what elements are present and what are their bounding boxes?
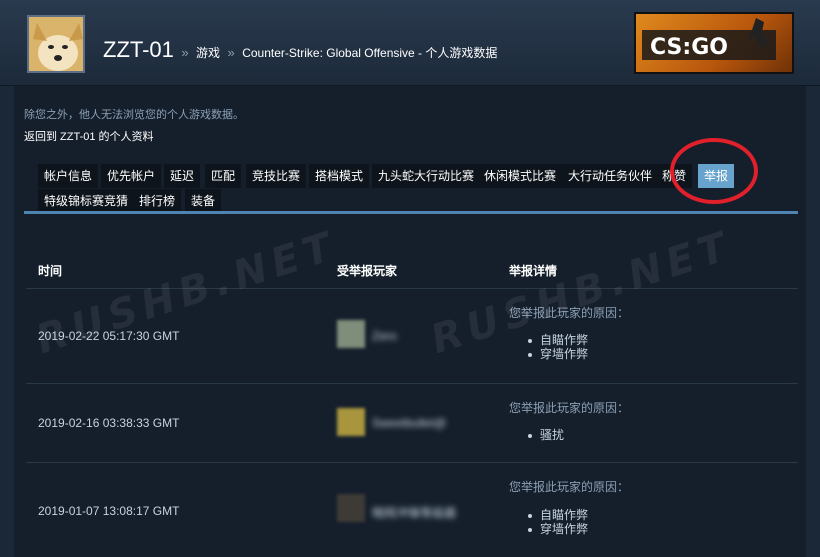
breadcrumb: ZZT-01 » 游戏 » Counter-Strike: Global Off…: [103, 37, 497, 63]
column-header-reported-player[interactable]: 受举报玩家: [337, 262, 397, 279]
privacy-note: 除您之外，他人无法浏览您的个人游戏数据。: [24, 109, 244, 121]
profile-name-link[interactable]: ZZT-01: [103, 37, 174, 62]
tab-latency[interactable]: 延迟: [164, 164, 201, 188]
tab-matchmaking[interactable]: 匹配: [205, 164, 242, 188]
tab-account-info[interactable]: 帐户信息: [38, 164, 99, 188]
bullet-icon: [528, 338, 532, 343]
tab-casual[interactable]: 休闲模式比赛: [478, 164, 563, 188]
player-avatar[interactable]: [337, 408, 365, 436]
tab-divider: [24, 211, 798, 214]
doge-avatar-icon: [29, 17, 83, 71]
breadcrumb-games-link[interactable]: 游戏: [196, 46, 220, 60]
player-name-link[interactable]: 暗网冲锋等级器: [372, 504, 456, 521]
bullet-icon: [528, 433, 532, 438]
tab-loadout[interactable]: 装备: [185, 189, 222, 213]
column-header-time[interactable]: 时间: [38, 262, 62, 279]
table-divider: [26, 383, 798, 384]
avatar[interactable]: [27, 15, 85, 73]
report-reason-item: 穿墙作弊: [528, 520, 588, 537]
tab-wingman[interactable]: 搭档模式: [309, 164, 370, 188]
report-reason-label: 您举报此玩家的原因：: [509, 480, 630, 494]
game-logo[interactable]: CS:GO: [634, 12, 794, 74]
breadcrumb-separator: »: [227, 45, 235, 60]
report-time: 2019-02-16 03:38:33 GMT: [38, 416, 180, 430]
player-name-link[interactable]: Zero: [372, 329, 397, 343]
tab-prime-account[interactable]: 优先帐户: [101, 164, 162, 188]
back-to-profile-link[interactable]: 返回到 ZZT-01 的个人资料: [24, 128, 154, 144]
tab-competitive[interactable]: 竞技比赛: [246, 164, 307, 188]
report-reason-text: 穿墙作弊: [540, 347, 589, 361]
report-reason-text: 穿墙作弊: [540, 522, 589, 536]
report-reason-item: 骚扰: [528, 426, 564, 443]
csgo-logo-icon: CS:GO: [642, 18, 776, 60]
highlight-circle: [670, 138, 758, 204]
tab-major-pickem[interactable]: 特级锦标赛竞猜: [38, 189, 135, 213]
table-divider: [26, 462, 798, 463]
bullet-icon: [528, 352, 532, 357]
column-header-report-details[interactable]: 举报详情: [509, 262, 557, 279]
report-reason-item: 穿墙作弊: [528, 345, 588, 362]
report-reason-text: 骚扰: [540, 428, 565, 442]
bullet-icon: [528, 513, 532, 518]
bullet-icon: [528, 527, 532, 532]
profile-header: ZZT-01 » 游戏 » Counter-Strike: Global Off…: [0, 0, 820, 86]
tab-operation-partner[interactable]: 大行动任务伙伴: [562, 164, 659, 188]
player-avatar[interactable]: [337, 494, 365, 522]
player-avatar[interactable]: [337, 320, 365, 348]
report-time: 2019-01-07 13:08:17 GMT: [38, 504, 180, 518]
breadcrumb-game-title[interactable]: Counter-Strike: Global Offensive - 个人游戏数…: [242, 46, 497, 60]
report-reason-label: 您举报此玩家的原因：: [509, 401, 630, 415]
tab-leaderboards[interactable]: 排行榜: [133, 189, 182, 213]
breadcrumb-separator: »: [181, 45, 189, 60]
tab-hydra-operation[interactable]: 九头蛇大行动比赛: [372, 164, 481, 188]
logo-text: CS:GO: [650, 35, 728, 60]
player-name-link[interactable]: Sweetbullet@: [372, 416, 446, 430]
